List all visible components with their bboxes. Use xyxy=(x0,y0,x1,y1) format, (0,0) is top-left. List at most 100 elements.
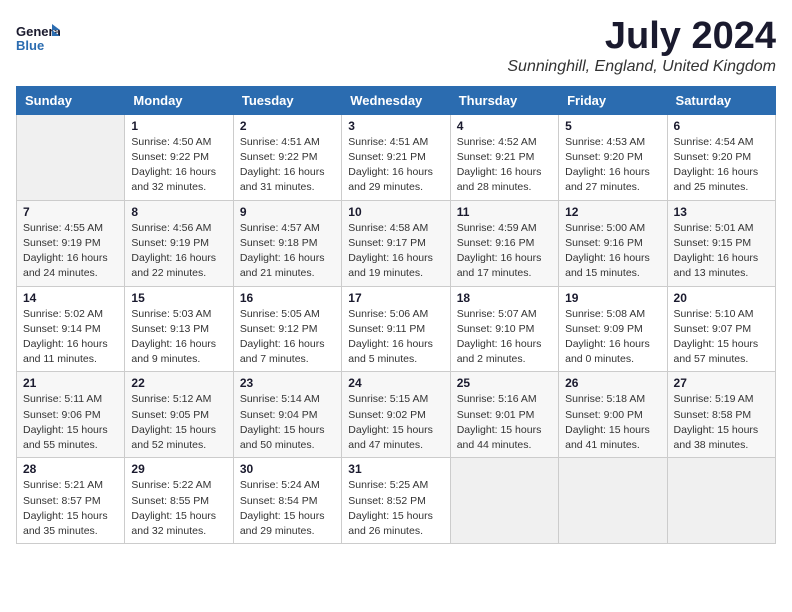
calendar-cell: 29 Sunrise: 5:22 AM Sunset: 8:55 PM Dayli… xyxy=(125,458,233,544)
calendar-week-row: 1Sunrise: 4:50 AM Sunset: 9:22 PM Daylig… xyxy=(17,114,776,200)
calendar-week-row: 7 Sunrise: 4:55 AM Sunset: 9:19 PM Daylig… xyxy=(17,200,776,286)
day-info: Sunrise: 4:53 AM Sunset: 9:20 PM Dayligh… xyxy=(565,135,660,196)
page-header: General Blue July 2024 Sunninghill, Engl… xyxy=(16,16,776,76)
location: Sunninghill, England, United Kingdom xyxy=(507,58,776,76)
calendar-cell xyxy=(17,114,125,200)
calendar-cell: 12 Sunrise: 5:00 AM Sunset: 9:16 PM Dayli… xyxy=(559,200,667,286)
calendar-body: 1Sunrise: 4:50 AM Sunset: 9:22 PM Daylig… xyxy=(17,114,776,543)
day-number: 14 xyxy=(23,291,118,305)
day-info: Sunrise: 5:11 AM Sunset: 9:06 PM Dayligh… xyxy=(23,392,118,453)
day-number: 31 xyxy=(348,462,443,476)
day-number: 15 xyxy=(131,291,226,305)
day-number: 3 xyxy=(348,119,443,133)
day-number: 2 xyxy=(240,119,335,133)
calendar-cell: 26 Sunrise: 5:18 AM Sunset: 9:00 PM Dayli… xyxy=(559,372,667,458)
day-number: 22 xyxy=(131,376,226,390)
day-number: 12 xyxy=(565,205,660,219)
day-info: Sunrise: 4:58 AM Sunset: 9:17 PM Dayligh… xyxy=(348,221,443,282)
column-header-monday: Monday xyxy=(125,86,233,114)
calendar-cell: 6 Sunrise: 4:54 AM Sunset: 9:20 PM Daylig… xyxy=(667,114,775,200)
calendar-cell: 24 Sunrise: 5:15 AM Sunset: 9:02 PM Dayli… xyxy=(342,372,450,458)
column-header-wednesday: Wednesday xyxy=(342,86,450,114)
calendar-cell: 17Sunrise: 5:06 AM Sunset: 9:11 PM Dayli… xyxy=(342,286,450,372)
calendar-cell: 15Sunrise: 5:03 AM Sunset: 9:13 PM Dayli… xyxy=(125,286,233,372)
day-number: 21 xyxy=(23,376,118,390)
day-info: Sunrise: 5:25 AM Sunset: 8:52 PM Dayligh… xyxy=(348,478,443,539)
calendar-week-row: 28Sunrise: 5:21 AM Sunset: 8:57 PM Dayli… xyxy=(17,458,776,544)
calendar-cell: 27 Sunrise: 5:19 AM Sunset: 8:58 PM Dayli… xyxy=(667,372,775,458)
column-header-saturday: Saturday xyxy=(667,86,775,114)
day-info: Sunrise: 4:51 AM Sunset: 9:22 PM Dayligh… xyxy=(240,135,335,196)
calendar-cell: 8 Sunrise: 4:56 AM Sunset: 9:19 PM Daylig… xyxy=(125,200,233,286)
day-number: 7 xyxy=(23,205,118,219)
day-number: 25 xyxy=(457,376,552,390)
day-number: 26 xyxy=(565,376,660,390)
day-number: 1 xyxy=(131,119,226,133)
day-info: Sunrise: 5:15 AM Sunset: 9:02 PM Dayligh… xyxy=(348,392,443,453)
day-info: Sunrise: 4:54 AM Sunset: 9:20 PM Dayligh… xyxy=(674,135,769,196)
day-info: Sunrise: 5:18 AM Sunset: 9:00 PM Dayligh… xyxy=(565,392,660,453)
day-number: 8 xyxy=(131,205,226,219)
svg-text:Blue: Blue xyxy=(16,38,44,53)
day-info: Sunrise: 4:55 AM Sunset: 9:19 PM Dayligh… xyxy=(23,221,118,282)
day-number: 9 xyxy=(240,205,335,219)
day-number: 27 xyxy=(674,376,769,390)
calendar-cell: 5 Sunrise: 4:53 AM Sunset: 9:20 PM Daylig… xyxy=(559,114,667,200)
day-info: Sunrise: 5:07 AM Sunset: 9:10 PM Dayligh… xyxy=(457,307,552,368)
calendar-week-row: 21 Sunrise: 5:11 AM Sunset: 9:06 PM Dayli… xyxy=(17,372,776,458)
day-info: Sunrise: 4:52 AM Sunset: 9:21 PM Dayligh… xyxy=(457,135,552,196)
day-number: 18 xyxy=(457,291,552,305)
day-number: 10 xyxy=(348,205,443,219)
calendar-cell xyxy=(667,458,775,544)
calendar-cell xyxy=(559,458,667,544)
day-info: Sunrise: 5:22 AM Sunset: 8:55 PM Dayligh… xyxy=(131,478,226,539)
day-info: Sunrise: 5:01 AM Sunset: 9:15 PM Dayligh… xyxy=(674,221,769,282)
day-info: Sunrise: 5:14 AM Sunset: 9:04 PM Dayligh… xyxy=(240,392,335,453)
calendar-cell xyxy=(450,458,558,544)
day-number: 16 xyxy=(240,291,335,305)
day-info: Sunrise: 5:12 AM Sunset: 9:05 PM Dayligh… xyxy=(131,392,226,453)
calendar-cell: 21 Sunrise: 5:11 AM Sunset: 9:06 PM Dayli… xyxy=(17,372,125,458)
day-info: Sunrise: 5:21 AM Sunset: 8:57 PM Dayligh… xyxy=(23,478,118,539)
calendar-cell: 10 Sunrise: 4:58 AM Sunset: 9:17 PM Dayli… xyxy=(342,200,450,286)
calendar-table: SundayMondayTuesdayWednesdayThursdayFrid… xyxy=(16,86,776,544)
day-info: Sunrise: 5:24 AM Sunset: 8:54 PM Dayligh… xyxy=(240,478,335,539)
day-info: Sunrise: 5:19 AM Sunset: 8:58 PM Dayligh… xyxy=(674,392,769,453)
day-number: 24 xyxy=(348,376,443,390)
column-header-sunday: Sunday xyxy=(17,86,125,114)
day-number: 11 xyxy=(457,205,552,219)
calendar-cell: 4Sunrise: 4:52 AM Sunset: 9:21 PM Daylig… xyxy=(450,114,558,200)
calendar-cell: 16Sunrise: 5:05 AM Sunset: 9:12 PM Dayli… xyxy=(233,286,341,372)
calendar-cell: 31 Sunrise: 5:25 AM Sunset: 8:52 PM Dayli… xyxy=(342,458,450,544)
calendar-week-row: 14Sunrise: 5:02 AM Sunset: 9:14 PM Dayli… xyxy=(17,286,776,372)
day-info: Sunrise: 4:56 AM Sunset: 9:19 PM Dayligh… xyxy=(131,221,226,282)
day-info: Sunrise: 5:00 AM Sunset: 9:16 PM Dayligh… xyxy=(565,221,660,282)
day-number: 30 xyxy=(240,462,335,476)
day-info: Sunrise: 4:51 AM Sunset: 9:21 PM Dayligh… xyxy=(348,135,443,196)
calendar-cell: 19Sunrise: 5:08 AM Sunset: 9:09 PM Dayli… xyxy=(559,286,667,372)
day-number: 13 xyxy=(674,205,769,219)
logo-icon: General Blue xyxy=(16,16,60,60)
calendar-cell: 22 Sunrise: 5:12 AM Sunset: 9:05 PM Dayli… xyxy=(125,372,233,458)
calendar-cell: 20Sunrise: 5:10 AM Sunset: 9:07 PM Dayli… xyxy=(667,286,775,372)
calendar-header-row: SundayMondayTuesdayWednesdayThursdayFrid… xyxy=(17,86,776,114)
calendar-cell: 14Sunrise: 5:02 AM Sunset: 9:14 PM Dayli… xyxy=(17,286,125,372)
calendar-cell: 25 Sunrise: 5:16 AM Sunset: 9:01 PM Dayli… xyxy=(450,372,558,458)
day-number: 29 xyxy=(131,462,226,476)
calendar-cell: 30 Sunrise: 5:24 AM Sunset: 8:54 PM Dayli… xyxy=(233,458,341,544)
day-number: 6 xyxy=(674,119,769,133)
day-info: Sunrise: 5:08 AM Sunset: 9:09 PM Dayligh… xyxy=(565,307,660,368)
column-header-friday: Friday xyxy=(559,86,667,114)
calendar-cell: 18 Sunrise: 5:07 AM Sunset: 9:10 PM Dayli… xyxy=(450,286,558,372)
calendar-cell: 13 Sunrise: 5:01 AM Sunset: 9:15 PM Dayli… xyxy=(667,200,775,286)
calendar-cell: 1Sunrise: 4:50 AM Sunset: 9:22 PM Daylig… xyxy=(125,114,233,200)
day-info: Sunrise: 4:57 AM Sunset: 9:18 PM Dayligh… xyxy=(240,221,335,282)
calendar-cell: 28Sunrise: 5:21 AM Sunset: 8:57 PM Dayli… xyxy=(17,458,125,544)
day-number: 5 xyxy=(565,119,660,133)
day-info: Sunrise: 5:06 AM Sunset: 9:11 PM Dayligh… xyxy=(348,307,443,368)
day-number: 23 xyxy=(240,376,335,390)
title-area: July 2024 Sunninghill, England, United K… xyxy=(507,16,776,76)
day-info: Sunrise: 5:10 AM Sunset: 9:07 PM Dayligh… xyxy=(674,307,769,368)
column-header-thursday: Thursday xyxy=(450,86,558,114)
day-info: Sunrise: 5:16 AM Sunset: 9:01 PM Dayligh… xyxy=(457,392,552,453)
